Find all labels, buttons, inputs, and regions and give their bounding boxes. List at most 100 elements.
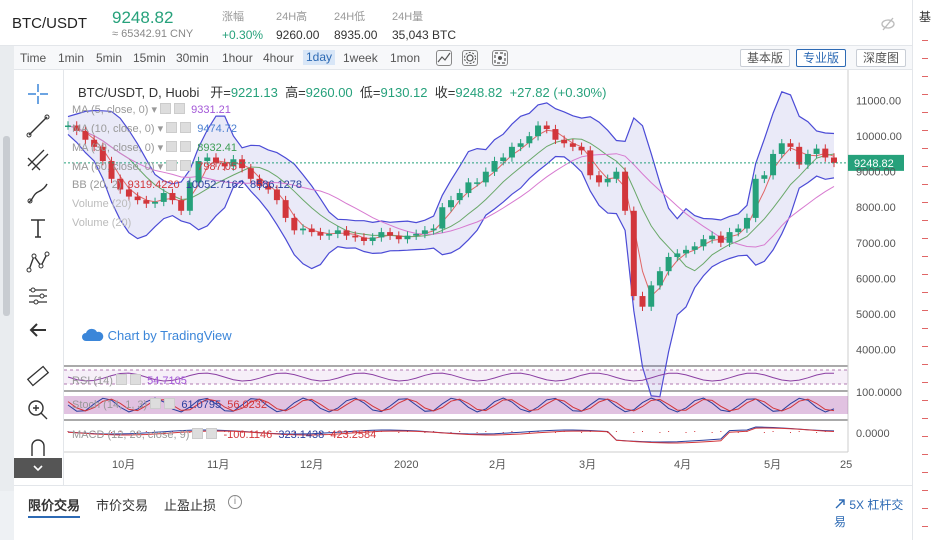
candle-body	[831, 157, 837, 163]
orderbook-tick	[922, 400, 928, 401]
orderbook-tick	[922, 508, 928, 509]
legend-macd[interactable]: MACD (12, 26, close, 9) -100.1146 323.14…	[72, 428, 376, 441]
low-value: 9130.12	[380, 85, 428, 100]
candle-body	[143, 200, 150, 204]
stat-24h-high: 24H高 9260.00	[276, 11, 320, 42]
legend-rsi[interactable]: RSI (14) 54.7105	[72, 374, 187, 387]
tab-market-order[interactable]: 市价交易	[96, 495, 148, 514]
legend-volume-1[interactable]: Volume (20)	[72, 198, 131, 210]
interval-4hour[interactable]: 4hour	[263, 51, 294, 65]
candle-body	[334, 230, 341, 234]
interval-1min[interactable]: 1min	[58, 51, 84, 65]
interval-1mon[interactable]: 1mon	[390, 51, 420, 65]
interval-time[interactable]: Time	[20, 51, 46, 65]
candle-body	[700, 239, 707, 247]
ruler-icon[interactable]	[24, 362, 52, 390]
candle-body	[456, 193, 463, 201]
candle-body	[291, 217, 298, 231]
crosshair-icon[interactable]	[24, 80, 52, 108]
pair-label: BTC/USDT, D, Huobi	[78, 85, 200, 100]
close-value: 9248.82	[455, 85, 503, 100]
y-tick-label: 9000.00	[856, 167, 896, 179]
orderbook-tick	[922, 328, 928, 329]
orderbook-tick	[922, 94, 928, 95]
pattern-icon[interactable]	[24, 248, 52, 276]
orderbook-tick	[922, 166, 928, 167]
candle-body	[308, 228, 315, 233]
orderbook-tick	[922, 148, 928, 149]
symbol-label[interactable]: BTC/USDT	[12, 15, 87, 32]
candle-body	[665, 256, 672, 272]
settings-gear-icon[interactable]	[462, 50, 478, 66]
drawing-toolbar	[14, 70, 64, 485]
candle-body	[595, 175, 602, 183]
view-depth-button[interactable]: 深度图	[856, 49, 907, 67]
candle-body	[813, 148, 820, 154]
legend-ma60[interactable]: MA (60, close, 0) ▾ 7987.05	[72, 160, 237, 173]
stoch-tick-label: 100.0000	[856, 387, 902, 399]
trend-line-icon[interactable]	[24, 112, 52, 140]
candle-body	[421, 230, 428, 234]
interval-1day[interactable]: 1day	[303, 50, 336, 65]
indicator-icon[interactable]	[436, 50, 452, 66]
view-basic-button[interactable]: 基本版	[740, 49, 791, 67]
x-tick-label: 10月	[112, 459, 135, 471]
legend-stoch[interactable]: Stoch (14, 1, 3) 61.0795 56.0232	[72, 398, 267, 411]
hide-eye-icon[interactable]	[880, 16, 896, 32]
leverage-trade-link[interactable]: 5X 杠杆交易	[834, 496, 912, 530]
zoom-in-icon[interactable]	[24, 396, 52, 424]
tab-stop-order[interactable]: 止盈止损	[164, 495, 216, 514]
high-value: 9260.00	[305, 85, 353, 100]
candle-body	[752, 178, 759, 218]
interval-5min[interactable]: 5min	[96, 51, 122, 65]
back-arrow-icon[interactable]	[24, 316, 52, 344]
candle-body	[134, 196, 141, 201]
tradingview-watermark[interactable]: Chart by TradingView	[82, 328, 232, 343]
interval-30min[interactable]: 30min	[176, 51, 209, 65]
candle-body	[543, 125, 550, 130]
candle-body	[552, 129, 559, 140]
legend-ma5[interactable]: MA (5, close, 0) ▾ 9331.21	[72, 103, 231, 116]
candle-body	[352, 235, 359, 238]
page-scrollbar[interactable]	[0, 46, 14, 491]
candle-body	[717, 235, 724, 243]
orderbook-tick	[922, 364, 928, 365]
view-pro-button[interactable]: 专业版	[796, 49, 847, 67]
candle-body	[500, 157, 507, 162]
tab-limit-order[interactable]: 限价交易	[28, 495, 80, 514]
chart-area[interactable]: 9248.82 11000.00 10000.00 9000.00 8000.00 700…	[64, 70, 912, 485]
interval-1week[interactable]: 1week	[343, 51, 378, 65]
help-icon[interactable]: i	[228, 495, 242, 509]
brush-icon[interactable]	[24, 180, 52, 208]
price-cny: ≈ 65342.91 CNY	[112, 28, 194, 40]
scrollbar-thumb[interactable]	[3, 136, 10, 316]
legend-volume-2[interactable]: Volume (20)	[72, 217, 131, 229]
orderbook-tick	[922, 58, 928, 59]
candle-body	[448, 200, 454, 208]
interval-15min[interactable]: 15min	[133, 51, 166, 65]
scroll-down-chevron-icon[interactable]	[14, 458, 62, 478]
legend-ma10[interactable]: MA (10, close, 0) ▾ 9474.72	[72, 122, 237, 135]
candle-body	[413, 233, 420, 236]
screenshot-icon[interactable]	[492, 50, 508, 66]
orderbook-tick	[922, 238, 928, 239]
candle-body	[178, 200, 185, 211]
measure-icon[interactable]	[24, 282, 52, 310]
orderbook-tick	[922, 184, 928, 185]
fib-channel-icon[interactable]	[24, 146, 52, 174]
x-tick-label: 2月	[489, 459, 506, 471]
trading-page: BTC/USDT 9248.82 ≈ 65342.91 CNY 涨幅 +0.30%…	[0, 0, 936, 540]
right-panel-label: 基	[919, 10, 932, 24]
candle-body	[474, 182, 481, 184]
legend-bb[interactable]: BB (20, 2) 9319.4220 10052.7162 8586.127…	[72, 179, 302, 191]
right-panel-strip: 基	[912, 0, 936, 540]
y-tick-label: 5000.00	[856, 309, 896, 321]
candle-body	[683, 249, 690, 254]
legend-ma30[interactable]: MA (30, close, 0) ▾ 8932.41	[72, 141, 237, 154]
chart-toolbar: Time 1min 5min 15min 30min 1hour 4hour 1…	[14, 46, 912, 70]
text-tool-icon[interactable]	[24, 214, 52, 242]
interval-1hour[interactable]: 1hour	[222, 51, 253, 65]
candle-body	[735, 228, 742, 233]
candle-body	[770, 153, 777, 176]
orderbook-tick	[922, 40, 928, 41]
